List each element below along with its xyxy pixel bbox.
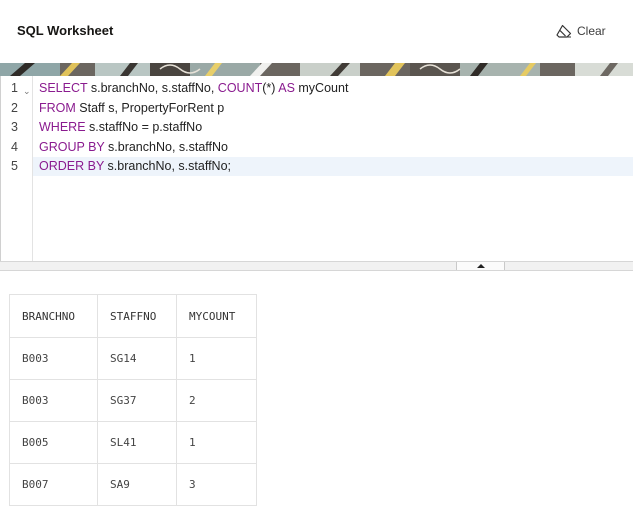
sql-editor[interactable]: 1 2 3 4 5 ⌄ SELECT s.branchNo, s.staffNo… [0, 76, 633, 261]
fold-chevron-icon[interactable]: ⌄ [23, 86, 31, 97]
splitter-handle[interactable] [456, 262, 505, 270]
line-number: 1 [11, 81, 18, 95]
sql-keyword: ORDER BY [39, 159, 105, 174]
cell-staffno: SG37 [97, 379, 177, 422]
cell-staffno: SG14 [97, 337, 177, 380]
clear-button[interactable]: Clear [556, 22, 606, 40]
code-line[interactable]: SELECT s.branchNo, s.staffNo, COUNT(*) A… [39, 79, 348, 99]
sql-keyword: COUNT [217, 81, 263, 95]
line-number-gutter: 1 2 3 4 5 ⌄ [1, 76, 33, 261]
worksheet-header: SQL Worksheet Clear [0, 0, 633, 63]
line-number: 3 [11, 120, 18, 135]
collapse-arrow-icon [476, 264, 485, 268]
line-number: 5 [11, 159, 18, 174]
cell-mycount: 3 [176, 463, 257, 506]
table-row: B003 SG14 1 [9, 337, 257, 380]
column-header-staffno: STAFFNO [97, 294, 177, 338]
code-line[interactable]: WHERE s.staffNo = p.staffNo [39, 118, 202, 138]
sql-text: Staff s, PropertyForRent p [75, 100, 225, 115]
code-line[interactable]: ORDER BY s.branchNo, s.staffNo; [39, 157, 231, 177]
cell-mycount: 1 [176, 421, 257, 464]
sql-keyword: AS [278, 81, 295, 95]
code-line[interactable]: FROM Staff s, PropertyForRent p [39, 99, 224, 119]
code-line[interactable]: GROUP BY s.branchNo, s.staffNo [39, 138, 228, 158]
cell-mycount: 2 [176, 379, 257, 422]
sql-keyword: WHERE [39, 120, 86, 135]
decorative-banner [0, 63, 633, 76]
cell-mycount: 1 [176, 337, 257, 380]
column-header-mycount: MYCOUNT [176, 294, 257, 338]
cell-branchno: B005 [9, 421, 98, 464]
pane-splitter[interactable] [0, 261, 633, 271]
eraser-icon [556, 24, 572, 38]
sql-text: s.branchNo, s.staffNo, [87, 81, 218, 95]
cell-branchno: B007 [9, 463, 98, 506]
sql-keyword: GROUP BY [39, 139, 105, 154]
results-table: BRANCHNO STAFFNO MYCOUNT B003 SG14 1 B00… [9, 294, 257, 506]
line-number: 4 [11, 139, 18, 154]
cell-staffno: SA9 [97, 463, 177, 506]
table-row: B005 SL41 1 [9, 421, 257, 464]
sql-text: myCount [294, 81, 349, 95]
sql-text: s.branchNo, s.staffNo [104, 139, 228, 154]
cell-branchno: B003 [9, 379, 98, 422]
page-title: SQL Worksheet [17, 23, 114, 38]
clear-button-label: Clear [577, 24, 606, 38]
cell-staffno: SL41 [97, 421, 177, 464]
table-row: B007 SA9 3 [9, 463, 257, 506]
cell-branchno: B003 [9, 337, 98, 380]
sql-text: (*) [262, 81, 279, 95]
sql-text: s.branchNo, s.staffNo; [104, 159, 231, 174]
table-header-row: BRANCHNO STAFFNO MYCOUNT [9, 294, 257, 338]
table-row: B003 SG37 2 [9, 379, 257, 422]
line-number: 2 [11, 100, 18, 115]
sql-keyword: FROM [39, 100, 76, 115]
column-header-branchno: BRANCHNO [9, 294, 98, 338]
sql-text: s.staffNo = p.staffNo [85, 120, 203, 135]
sql-keyword: SELECT [39, 81, 88, 95]
